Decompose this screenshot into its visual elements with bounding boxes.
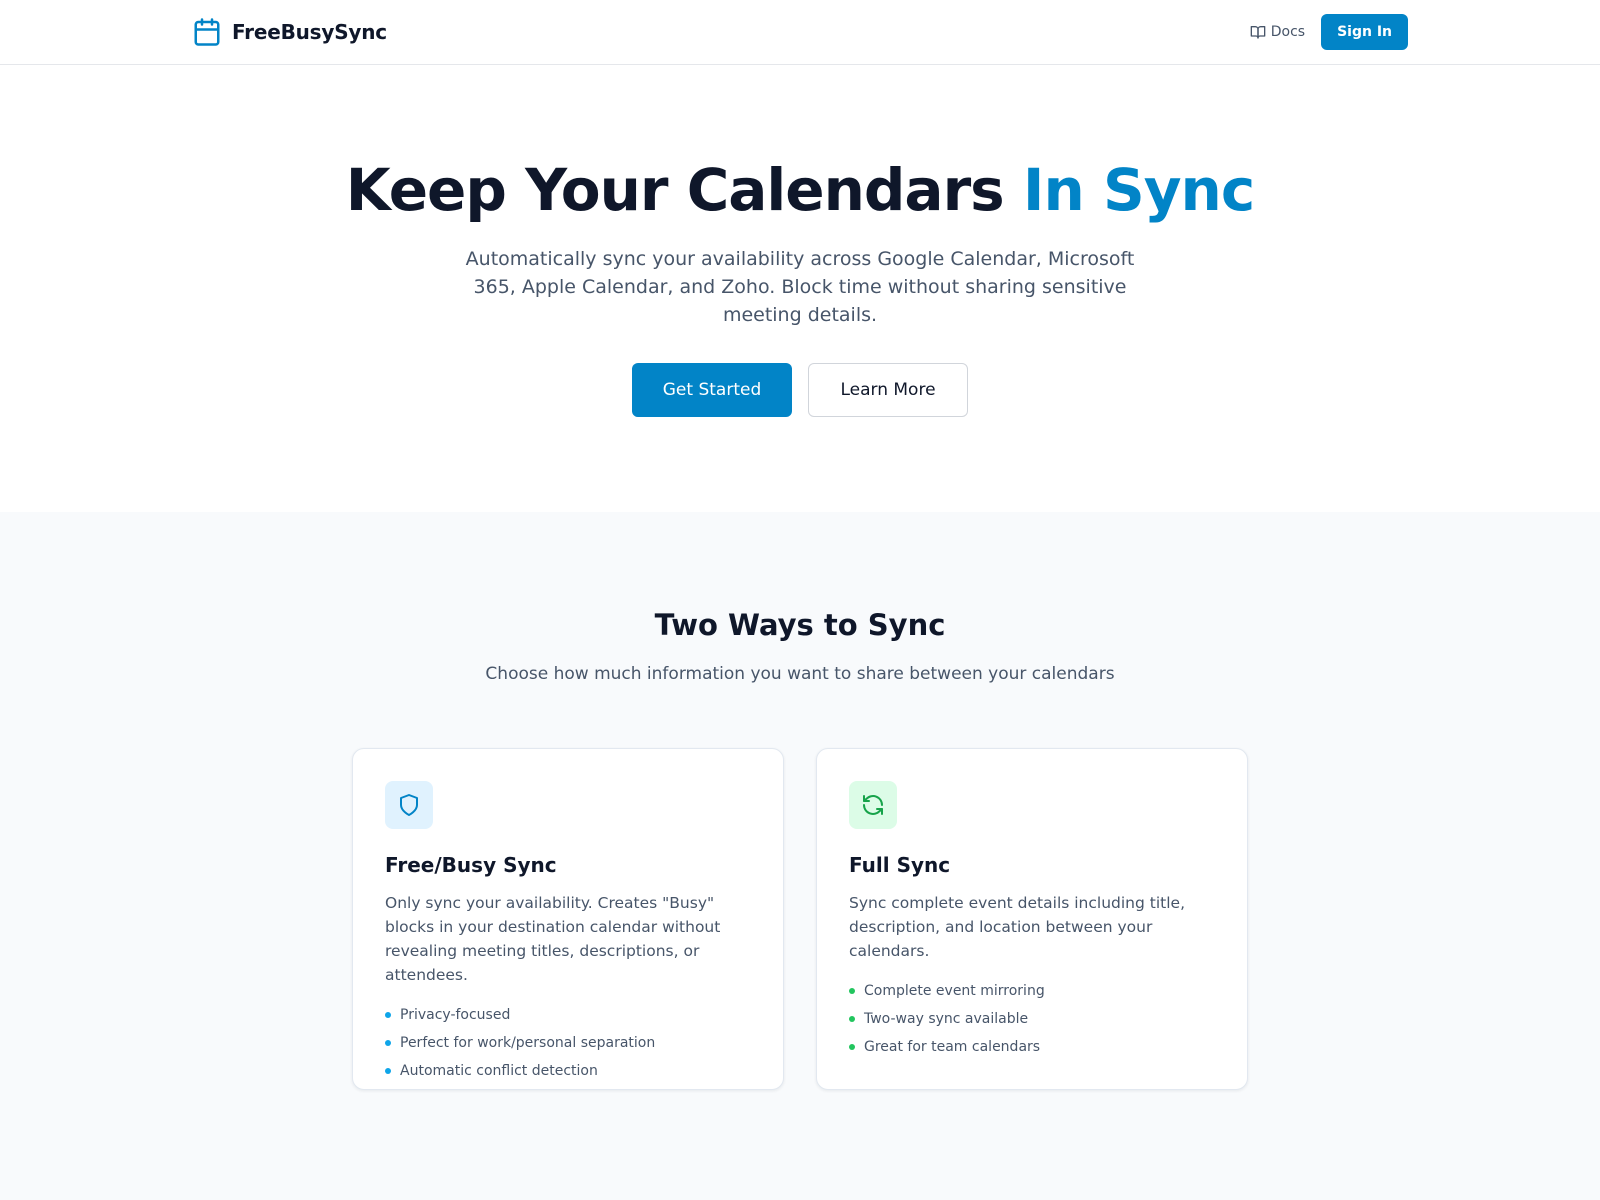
bullet-dot-icon	[849, 988, 855, 994]
list-item: Privacy-focused	[385, 1001, 751, 1029]
card-bullets: Privacy-focused Perfect for work/persona…	[385, 1001, 751, 1085]
bullet-dot-icon	[385, 1012, 391, 1018]
book-open-icon	[1250, 26, 1266, 39]
hero-title: Keep Your Calendars In Sync	[0, 156, 1600, 224]
full-sync-card: Full Sync Sync complete event details in…	[816, 748, 1248, 1090]
calendar-icon	[194, 18, 220, 46]
list-item: Perfect for work/personal separation	[385, 1029, 751, 1057]
bullet-dot-icon	[849, 1016, 855, 1022]
card-title: Full Sync	[849, 853, 951, 877]
bullet-text: Privacy-focused	[400, 1007, 511, 1023]
docs-link[interactable]: Docs	[1250, 24, 1305, 40]
hero-subtitle: Automatically sync your availability acr…	[465, 247, 1135, 326]
card-description: Only sync your availability. Creates "Bu…	[385, 894, 721, 984]
header-inner: FreeBusySync Docs Sign In	[192, 0, 1408, 64]
card-description: Sync complete event details including ti…	[849, 894, 1185, 960]
hero-section: Keep Your Calendars In Sync Automaticall…	[0, 65, 1600, 512]
card-icon-container	[849, 781, 897, 829]
get-started-button[interactable]: Get Started	[632, 362, 792, 417]
refresh-icon	[863, 795, 883, 815]
bullet-text: Two-way sync available	[864, 1011, 1029, 1027]
top-nav: Docs Sign In	[1250, 14, 1408, 50]
site-header: FreeBusySync Docs Sign In	[0, 0, 1600, 65]
feature-cards: Free/Busy Sync Only sync your availabili…	[0, 748, 1600, 1090]
shield-icon	[400, 794, 418, 816]
bullet-dot-icon	[849, 1044, 855, 1050]
bullet-dot-icon	[385, 1040, 391, 1046]
bullet-text: Automatic conflict detection	[400, 1063, 598, 1079]
list-item: Great for team calendars	[849, 1033, 1215, 1061]
hero-title-accent: In Sync	[1022, 156, 1255, 224]
bullet-text: Complete event mirroring	[864, 983, 1045, 999]
brand[interactable]: FreeBusySync	[192, 17, 387, 47]
learn-more-button[interactable]: Learn More	[808, 362, 968, 417]
features-title: Two Ways to Sync	[654, 608, 946, 642]
list-item: Automatic conflict detection	[385, 1057, 751, 1085]
features-subtitle: Choose how much information you want to …	[485, 664, 1115, 684]
bullet-dot-icon	[385, 1068, 391, 1074]
docs-label: Docs	[1270, 24, 1306, 40]
hero-title-main: Keep Your Calendars	[345, 156, 1023, 224]
bullet-text: Great for team calendars	[864, 1039, 1041, 1055]
list-item: Complete event mirroring	[849, 977, 1215, 1005]
sign-in-button[interactable]: Sign In	[1321, 14, 1408, 50]
card-title: Free/Busy Sync	[385, 853, 557, 877]
list-item: Two-way sync available	[849, 1005, 1215, 1033]
card-bullets: Complete event mirroring Two-way sync av…	[849, 977, 1215, 1061]
free-busy-sync-card: Free/Busy Sync Only sync your availabili…	[352, 748, 784, 1090]
card-icon-container	[385, 781, 433, 829]
features-section: Two Ways to Sync Choose how much informa…	[0, 512, 1600, 1200]
hero-actions: Get Started Learn More	[0, 362, 1600, 417]
brand-name: FreeBusySync	[232, 20, 387, 44]
bullet-text: Perfect for work/personal separation	[400, 1035, 656, 1051]
